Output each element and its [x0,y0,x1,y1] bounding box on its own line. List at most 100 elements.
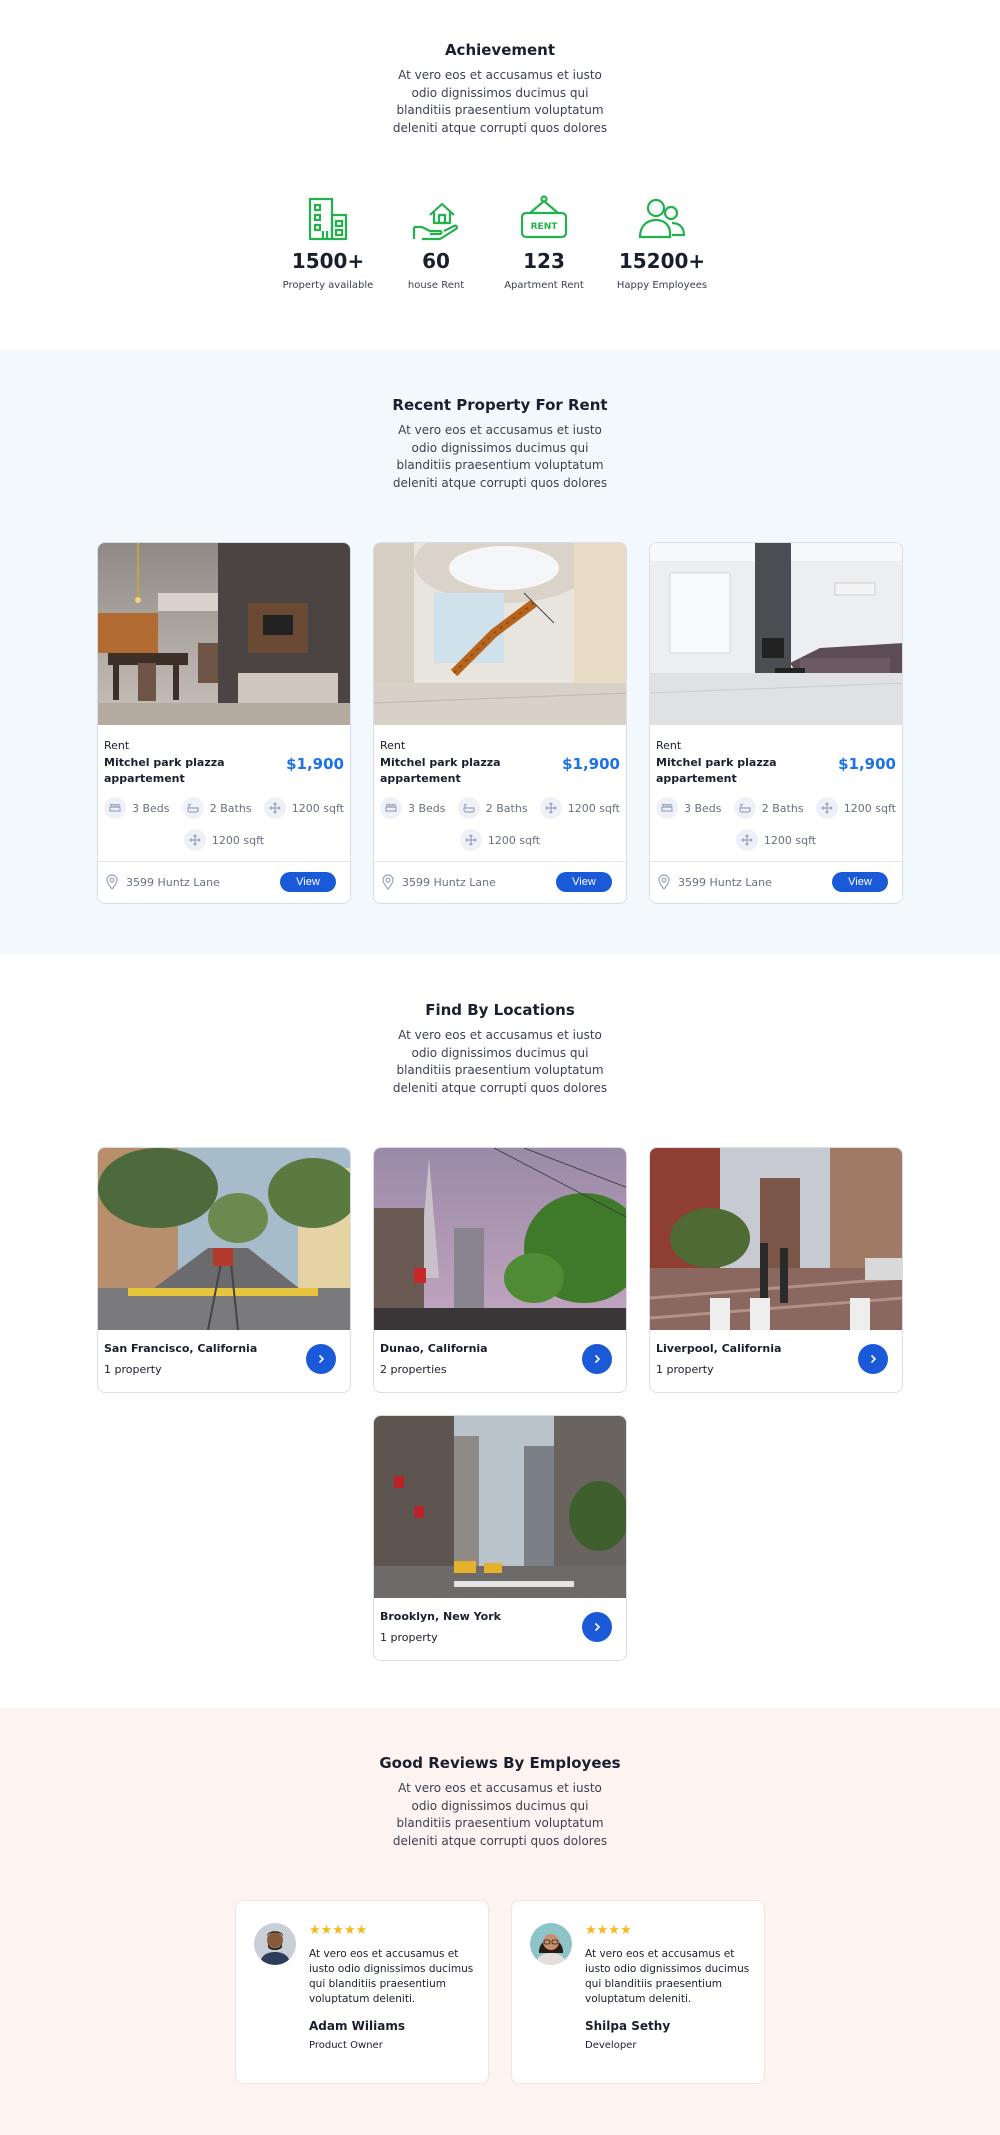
property-image [98,543,350,725]
chevron-right-icon [594,1622,601,1632]
avatar [254,1923,296,1965]
location-name: Brooklyn, New York [380,1610,501,1623]
location-arrow-button[interactable] [306,1344,336,1374]
stat-label: Apartment Rent [504,280,584,291]
location-card[interactable]: Brooklyn, New York 1 property [373,1415,627,1661]
area-icon [735,829,758,851]
chevron-right-icon [594,1354,601,1364]
section-title: Recent Property For Rent [392,396,608,414]
beds-feature: 3 Beds [656,797,722,819]
property-image [374,543,626,725]
stat-item: 60 house Rent [382,193,490,291]
view-button[interactable]: View [556,872,612,892]
chevron-right-icon [318,1354,325,1364]
stat-item: 15200+ Happy Employees [598,193,726,291]
property-price: $1,900 [562,755,620,773]
area-icon [815,797,838,819]
location-card[interactable]: Liverpool, California 1 property [649,1147,903,1393]
location-pin-icon [106,874,118,890]
baths-feature: 2 Baths [181,797,252,819]
beds-feature: 3 Beds [104,797,170,819]
property-type: Rent [656,739,682,752]
achievement-section: Achievement At vero eos et accusamus et … [0,0,1000,350]
area-icon [539,797,562,819]
section-description: At vero eos et accusamus et iusto odio d… [392,1028,608,1095]
location-arrow-button[interactable] [582,1344,612,1374]
bed-icon [656,797,678,819]
rent-sign-icon: RENT [520,195,568,239]
property-card[interactable]: Rent Mitchel park plazza appartement $1,… [97,542,351,904]
area-feature: 1200 sqft [815,797,896,819]
area-icon [263,797,286,819]
property-card[interactable]: Rent Mitchel park plazza appartement $1,… [649,542,903,904]
stat-value: 15200+ [618,249,706,273]
stat-value: 1500+ [291,249,365,273]
property-address: 3599 Huntz Lane [658,874,772,890]
location-image [98,1148,350,1330]
property-price: $1,900 [838,755,896,773]
section-title: Find By Locations [425,1001,575,1019]
property-price: $1,900 [286,755,344,773]
avatar [530,1923,572,1965]
building-icon [308,197,348,241]
recent-property-section: Recent Property For Rent At vero eos et … [0,350,1000,954]
bath-icon [181,797,204,819]
area-icon [459,829,482,851]
area-icon [183,829,206,851]
review-text: At vero eos et accusamus et iusto odio d… [585,1948,750,2005]
property-address: 3599 Huntz Lane [106,874,220,890]
location-pin-icon [382,874,394,890]
beds-feature: 3 Beds [380,797,446,819]
chevron-right-icon [870,1354,877,1364]
house-hand-icon [412,202,458,241]
review-text: At vero eos et accusamus et iusto odio d… [309,1948,474,2005]
bath-icon [733,797,756,819]
bed-icon [104,797,126,819]
property-title[interactable]: Mitchel park plazza appartement [656,755,791,787]
property-title[interactable]: Mitchel park plazza appartement [380,755,515,787]
review-card: ★★★★ At vero eos et accusamus et iusto o… [511,1900,765,2084]
stat-item: RENT 123 Apartment Rent [490,193,598,291]
review-cards: ★★★★★ At vero eos et accusamus et iusto … [0,1900,1000,2084]
location-arrow-button[interactable] [858,1344,888,1374]
rating-stars: ★★★★ [585,1923,632,1938]
stats-row: 1500+ Property available 60 house Rent R… [0,193,1000,291]
people-icon [638,198,686,239]
stat-item: 1500+ Property available [274,193,382,291]
location-image [374,1416,626,1598]
property-card[interactable]: Rent Mitchel park plazza appartement $1,… [373,542,627,904]
location-count: 2 properties [380,1363,447,1376]
locations-section: Find By Locations At vero eos et accusam… [0,954,1000,1708]
stat-label: Property available [282,280,374,291]
location-name: San Francisco, California [104,1342,258,1355]
location-grid: San Francisco, California 1 property Dun… [97,1147,903,1661]
rating-stars: ★★★★★ [309,1923,368,1938]
section-description: At vero eos et accusamus et iusto odio d… [392,68,608,135]
stat-label: house Rent [407,280,465,291]
property-address: 3599 Huntz Lane [382,874,496,890]
review-card: ★★★★★ At vero eos et accusamus et iusto … [235,1900,489,2084]
stat-value: 123 [523,249,565,273]
area-feature: 1200 sqft [183,829,264,851]
location-arrow-button[interactable] [582,1612,612,1642]
section-description: At vero eos et accusamus et iusto odio d… [392,1781,608,1848]
baths-feature: 2 Baths [733,797,804,819]
property-type: Rent [104,739,130,752]
stat-label: Happy Employees [616,280,708,291]
reviewer-name: Adam Wiliams [309,2019,405,2033]
svg-text:RENT: RENT [531,222,559,232]
bath-icon [457,797,480,819]
property-cards: Rent Mitchel park plazza appartement $1,… [0,542,1000,904]
property-title[interactable]: Mitchel park plazza appartement [104,755,239,787]
area-feature: 1200 sqft [263,797,344,819]
location-card[interactable]: Dunao, California 2 properties [373,1147,627,1393]
location-card[interactable]: San Francisco, California 1 property [97,1147,351,1393]
view-button[interactable]: View [280,872,336,892]
location-name: Liverpool, California [656,1342,782,1355]
stat-value: 60 [422,249,450,273]
view-button[interactable]: View [832,872,888,892]
location-image [374,1148,626,1330]
bed-icon [380,797,402,819]
location-count: 1 property [380,1631,438,1644]
property-type: Rent [380,739,406,752]
